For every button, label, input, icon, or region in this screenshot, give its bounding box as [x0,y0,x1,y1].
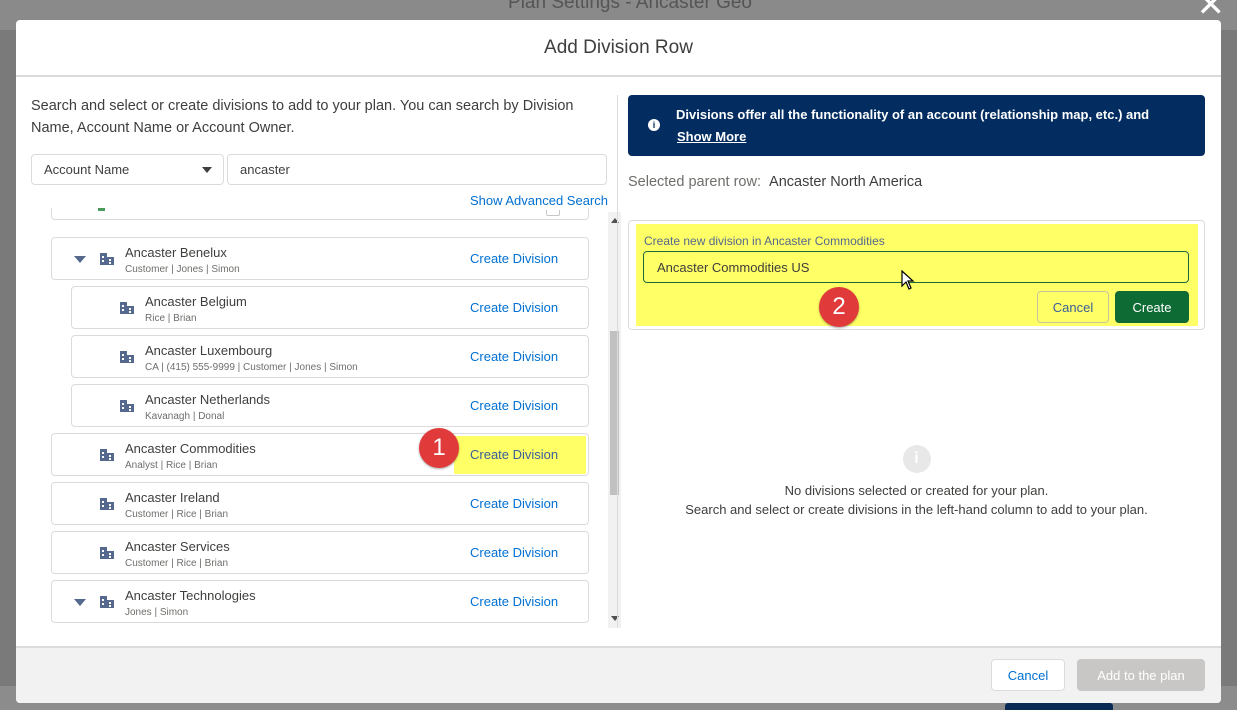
division-meta: CA | (415) 555-9999 | Customer | Jones |… [145,362,358,373]
building-icon [120,302,134,314]
division-name: Ancaster Belgium [145,294,247,309]
search-field-select-value: Account Name [44,162,130,177]
create-division-card: Create new division in Ancaster Commodit… [628,220,1205,330]
empty-state: i No divisions selected or created for y… [628,445,1205,517]
list-scrollbar[interactable] [608,212,621,628]
list-item-ancaster-services[interactable]: Ancaster Services Customer | Rice | Bria… [51,531,589,574]
create-cancel-button[interactable]: Cancel [1037,291,1109,323]
division-meta: Kavanagh | Donal [145,411,225,422]
building-icon [120,400,134,412]
caret-down-icon [202,167,212,173]
info-icon: i [648,119,660,131]
building-icon [100,253,114,265]
create-division-link[interactable]: Create Division [470,594,558,609]
empty-state-description: Search and select or create divisions in… [685,502,1148,517]
create-division-highlight: Create Division [454,436,586,474]
create-division-label: Create new division in Ancaster Commodit… [644,234,885,248]
checkbox[interactable] [546,210,560,216]
create-division-link[interactable]: Create Division [470,300,558,315]
selected-parent-value: Ancaster North America [769,174,923,190]
division-meta: Jones | Simon [125,607,189,618]
list-item-ancaster-ireland[interactable]: Ancaster Ireland Customer | Rice | Brian… [51,482,589,525]
list-item-ancaster-netherlands[interactable]: Ancaster Netherlands Kavanagh | Donal Cr… [71,384,589,427]
info-banner-text: Divisions offer all the functionality of… [676,107,1150,122]
modal-header: Add Division Row [16,20,1221,77]
empty-state-title: No divisions selected or created for you… [784,483,1049,498]
division-name: Ancaster Ireland [125,490,220,505]
list-item-ancaster-commodities[interactable]: Ancaster Commodities Analyst | Rice | Br… [51,433,589,476]
modal-footer: Cancel Add to the plan [16,646,1221,703]
building-icon [100,498,114,510]
division-meta: Customer | Rice | Brian [125,558,229,569]
create-division-link[interactable]: Create Division [470,398,558,413]
division-name: Ancaster Luxembourg [145,343,273,358]
list-item-ancaster-technologies[interactable]: Ancaster Technologies Jones | Simon Crea… [51,580,589,623]
add-to-plan-button[interactable]: Add to the plan [1077,659,1205,691]
column-divider [617,95,618,628]
create-division-link[interactable]: Create Division [470,545,558,560]
list-item-ancaster-belgium[interactable]: Ancaster Belgium Rice | Brian Create Div… [71,286,589,329]
new-division-name-input[interactable] [643,251,1189,283]
mouse-cursor-icon [901,270,915,290]
close-icon[interactable]: ✕ [1197,0,1226,22]
show-more-link[interactable]: Show More [677,129,746,144]
selected-parent-row: Selected parent row: Ancaster North Amer… [628,174,922,190]
building-icon [100,547,114,559]
selected-parent-label: Selected parent row: [628,174,761,190]
building-icon [100,449,114,461]
create-division-link[interactable]: Create Division [470,251,558,266]
division-meta: Customer | Jones | Simon [125,264,240,275]
info-banner: i Divisions offer all the functionality … [628,95,1205,156]
create-division-link[interactable]: Create Division [470,349,558,364]
search-input[interactable] [227,154,607,185]
create-division-highlight: Create new division in Ancaster Commodit… [636,224,1198,326]
division-name: Ancaster Commodities [125,441,256,456]
building-icon [100,596,114,608]
search-panel: Search and select or create divisions to… [31,95,608,208]
create-division-link[interactable]: Create Division [470,447,558,462]
expand-caret-icon[interactable] [74,599,86,606]
division-meta: Rice | Brian [145,313,197,324]
division-results-list: Ancaster Benelux Customer | Jones | Simo… [51,208,609,626]
create-button[interactable]: Create [1115,291,1189,323]
division-name: Ancaster Services [125,539,230,554]
division-name: Ancaster Netherlands [145,392,271,407]
building-icon [120,351,134,363]
show-advanced-search-link[interactable]: Show Advanced Search [470,193,608,208]
search-instructions: Search and select or create divisions to… [31,98,574,136]
modal-title: Add Division Row [544,37,693,58]
expand-caret-icon[interactable] [74,256,86,263]
create-division-link[interactable]: Create Division [470,496,558,511]
add-division-modal: Add Division Row Search and select or cr… [16,20,1221,703]
building-icon [98,208,112,211]
list-item-ancaster-luxembourg[interactable]: Ancaster Luxembourg CA | (415) 555-9999 … [71,335,589,378]
step-1-badge: 1 [419,428,459,468]
info-icon: i [902,445,931,473]
list-item-ancaster-benelux[interactable]: Ancaster Benelux Customer | Jones | Simo… [51,237,589,280]
division-name: Ancaster Technologies [125,588,256,603]
division-meta: Analyst | Rice | Brian [125,460,218,471]
division-name: Ancaster Benelux [125,245,227,260]
step-2-badge: 2 [819,287,859,327]
cancel-button[interactable]: Cancel [991,659,1065,691]
background-page-title: Plan Settings - Ancaster Geo [508,0,752,13]
search-row: Account Name [31,154,608,185]
list-item-partial [51,208,589,220]
background-button [1005,703,1113,710]
search-field-select[interactable]: Account Name [31,154,224,185]
division-meta: Customer | Rice | Brian [125,509,229,520]
